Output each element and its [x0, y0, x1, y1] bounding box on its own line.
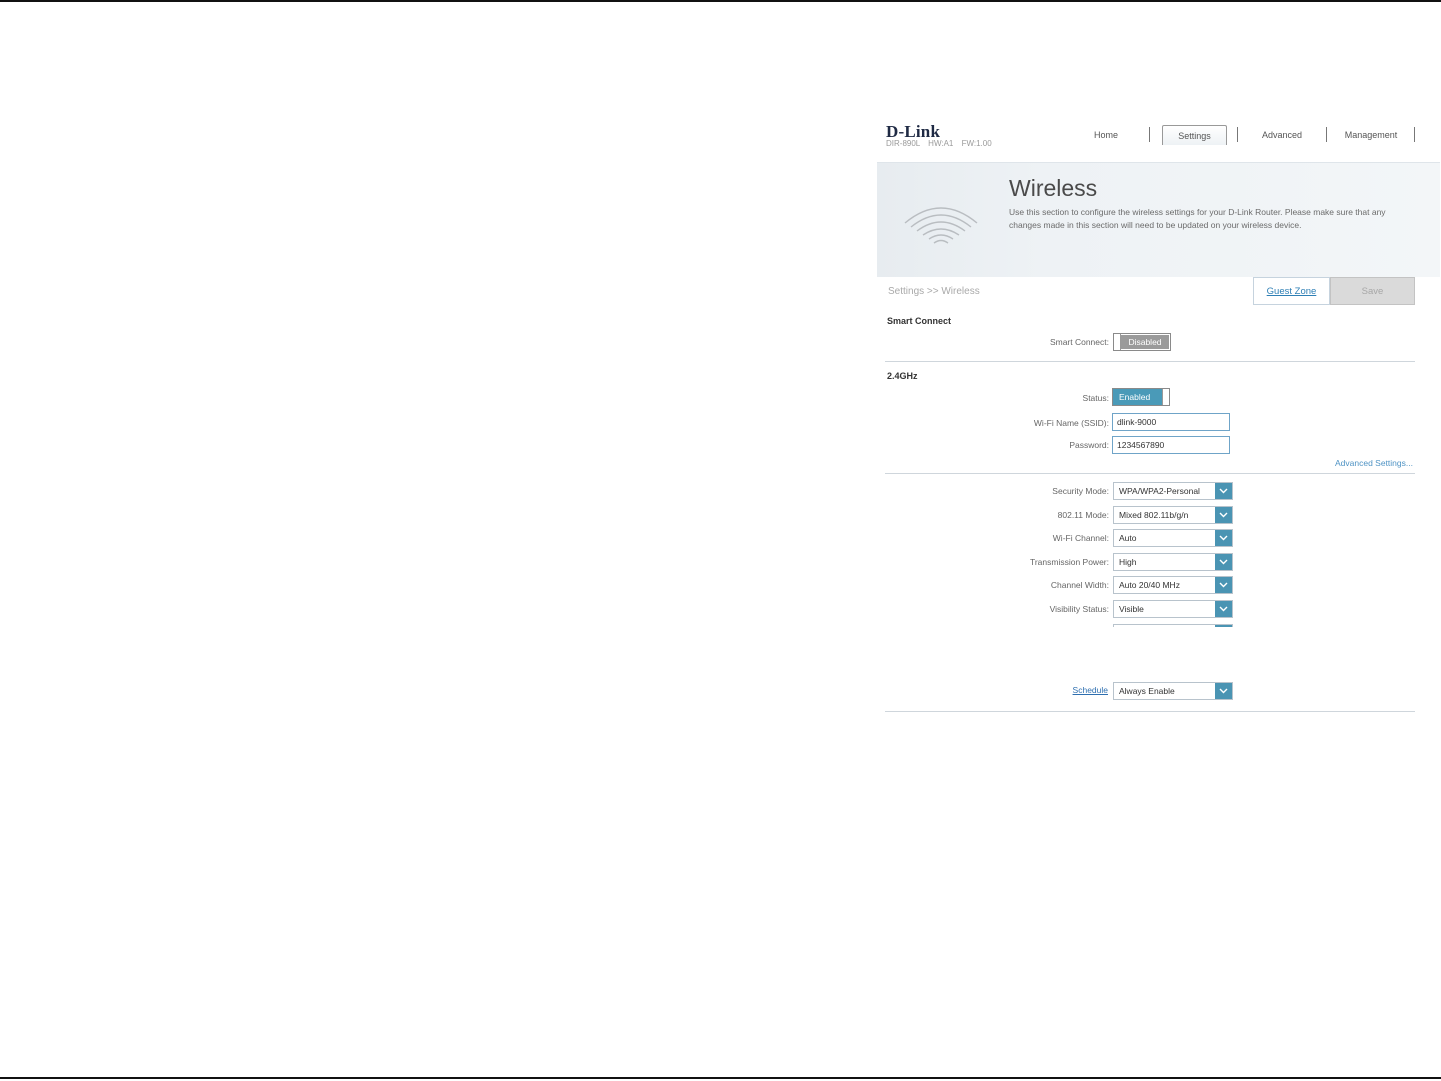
chevron-down-icon[interactable] — [1215, 601, 1232, 617]
nav-separator — [1326, 127, 1327, 142]
nav-home[interactable]: Home — [1082, 125, 1130, 144]
select-value: Visible — [1119, 604, 1144, 614]
section-title-smart-connect: Smart Connect — [887, 316, 952, 326]
channel-width-label: Channel Width: — [1050, 580, 1109, 590]
select-value: Auto — [1119, 533, 1137, 543]
select-value: Mixed 802.11b/g/n — [1119, 510, 1189, 520]
nav-separator — [1149, 127, 1150, 142]
page-top-rule — [0, 0, 1441, 2]
toggle-value: Enabled — [1113, 389, 1162, 405]
schedule-select[interactable]: Always Enable — [1113, 682, 1233, 700]
80211-mode-select[interactable]: Mixed 802.11b/g/n — [1113, 506, 1233, 524]
page-bottom-rule — [0, 1077, 1441, 1079]
schedule-link[interactable]: Schedule — [1007, 685, 1108, 695]
page-banner: Wireless Use this section to configure t… — [877, 162, 1440, 277]
80211-mode-label: 802.11 Mode: — [1057, 510, 1109, 520]
wifi-channel-label: Wi-Fi Channel: — [1052, 533, 1109, 543]
nav-management[interactable]: Management — [1341, 125, 1401, 144]
nav-separator — [1414, 127, 1415, 142]
ssid-input[interactable]: dlink-9000 — [1112, 413, 1230, 431]
save-button[interactable]: Save — [1330, 277, 1415, 305]
wifi-icon — [904, 207, 978, 244]
toggle-knob — [1114, 334, 1121, 350]
nav-advanced[interactable]: Advanced — [1257, 125, 1307, 144]
status-toggle[interactable]: Enabled — [1112, 388, 1170, 406]
select-value: Auto 20/40 MHz — [1119, 580, 1180, 590]
ssid-label: Wi-Fi Name (SSID): — [1033, 418, 1109, 428]
chevron-down-icon[interactable] — [1215, 554, 1232, 570]
device-info: DIR-890L HW:A1 FW:1.00 — [886, 139, 992, 148]
select-value: WPA/WPA2-Personal — [1119, 486, 1200, 496]
chevron-down-icon[interactable] — [1215, 530, 1232, 546]
chevron-down-icon[interactable] — [1215, 683, 1232, 699]
toggle-value: Disabled — [1121, 335, 1169, 349]
router-ui-screenshot: D-Link DIR-890L HW:A1 FW:1.00 Home Setti… — [877, 112, 1440, 722]
wifi-channel-select[interactable]: Auto — [1113, 529, 1233, 547]
breadcrumb: Settings >> Wireless — [888, 286, 980, 297]
channel-width-select[interactable]: Auto 20/40 MHz — [1113, 576, 1233, 594]
toggle-knob — [1162, 389, 1169, 405]
divider — [885, 473, 1415, 474]
truncated-select-arrow — [1215, 625, 1232, 627]
divider — [885, 711, 1415, 712]
security-mode-label: Security Mode: — [1052, 486, 1109, 496]
select-value: High — [1119, 557, 1137, 567]
chevron-down-icon[interactable] — [1215, 507, 1232, 523]
section-title-24ghz: 2.4GHz — [887, 371, 918, 381]
truncated-select — [1113, 624, 1233, 627]
password-label: Password: — [1069, 440, 1109, 450]
security-mode-select[interactable]: WPA/WPA2-Personal — [1113, 482, 1233, 500]
select-value: Always Enable — [1119, 686, 1175, 696]
visibility-status-select[interactable]: Visible — [1113, 600, 1233, 618]
nav-separator — [1237, 127, 1238, 142]
chevron-down-icon[interactable] — [1215, 483, 1232, 499]
page-description: Use this section to configure the wirele… — [1009, 207, 1386, 230]
smart-connect-label: Smart Connect: — [1049, 337, 1109, 347]
password-input[interactable]: 1234567890 — [1112, 436, 1230, 454]
advanced-settings-link[interactable]: Advanced Settings... — [1335, 458, 1413, 468]
guest-zone-button[interactable]: Guest Zone — [1253, 277, 1330, 305]
transmission-power-select[interactable]: High — [1113, 553, 1233, 571]
chevron-down-icon[interactable] — [1215, 577, 1232, 593]
smart-connect-toggle[interactable]: Disabled — [1113, 333, 1171, 351]
page-title: Wireless — [1009, 175, 1098, 201]
transmission-power-label: Transmission Power: — [1029, 557, 1109, 567]
nav-settings[interactable]: Settings — [1162, 125, 1227, 145]
status-label: Status: — [1082, 393, 1109, 403]
divider — [885, 361, 1415, 362]
visibility-status-label: Visibility Status: — [1049, 604, 1109, 614]
